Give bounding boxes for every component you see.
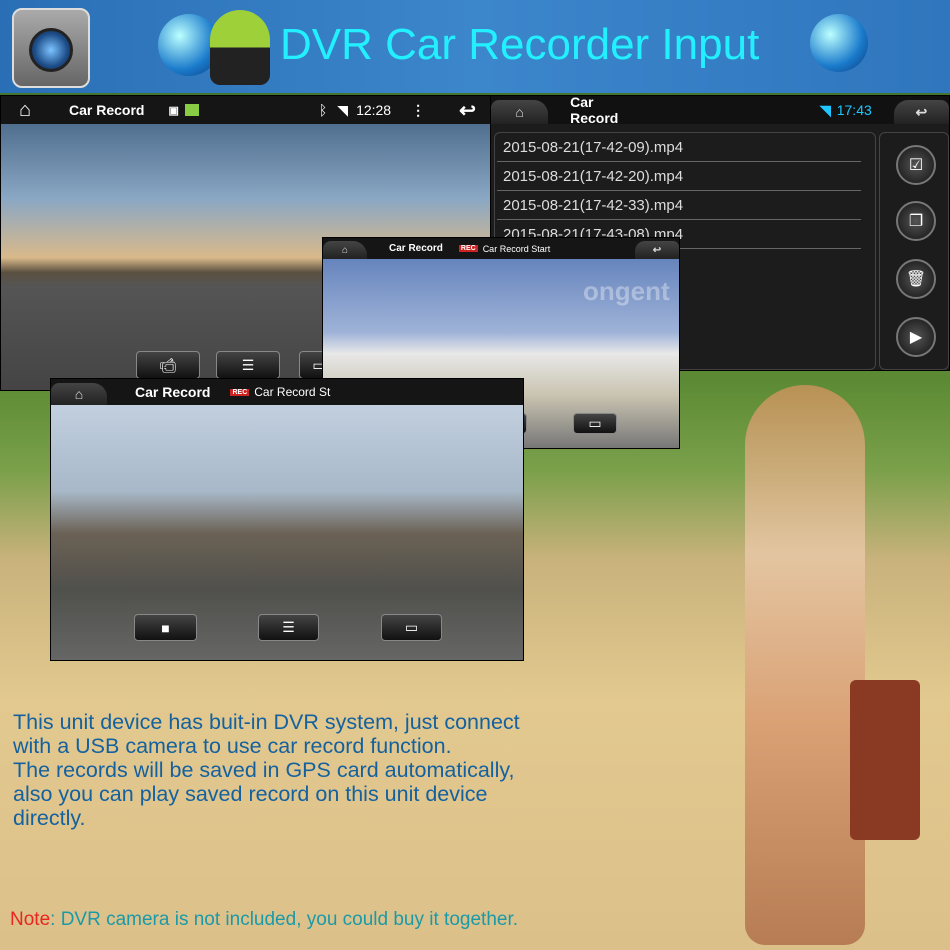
screen-title: Car Record [135, 384, 211, 400]
description-line: with a USB camera to use car record func… [13, 734, 452, 758]
bluetooth-icon: ᛒ [318, 102, 328, 118]
home-button[interactable]: ⌂ [51, 383, 107, 405]
home-button[interactable]: ⌂ [323, 241, 367, 259]
list-button[interactable]: ☰ [258, 614, 319, 641]
clock: 17:43 [836, 102, 872, 118]
select-icon: ☑ [908, 157, 924, 174]
select-button[interactable]: ☑ [896, 145, 936, 185]
description-line: also you can play saved record on this u… [13, 782, 488, 806]
note-text: Note: DVR camera is not included, you co… [10, 909, 518, 931]
home-icon: ⌂ [74, 386, 84, 402]
note-label: Note [10, 909, 51, 930]
banner-title: DVR Car Recorder Input [280, 20, 760, 69]
list-icon: ☰ [241, 356, 255, 373]
file-item[interactable]: 2015-08-21(17-42-09).mp4 [497, 133, 861, 162]
globe-hands-icon [810, 14, 868, 72]
gallery-icon [184, 104, 199, 116]
description-line: The records will be saved in GPS card au… [13, 758, 515, 782]
stop-icon: ■ [161, 619, 170, 636]
suitcase [850, 680, 920, 840]
camera-button[interactable]: 📹︎ [136, 351, 200, 379]
delete-button[interactable]: 🗑︎ [896, 259, 936, 299]
home-icon[interactable]: ⌂ [19, 99, 59, 122]
title-bar: ⌂ Car Record REC Car Record Start ↩ [323, 238, 679, 259]
camera-app-icon [12, 8, 90, 88]
clock: 12:28 [356, 102, 392, 118]
description-line: This unit device has buit-in DVR system,… [13, 710, 520, 734]
list-icon: ☰ [282, 619, 295, 635]
file-item[interactable]: 2015-08-21(17-42-33).mp4 [497, 191, 861, 220]
android-mascot-icon [210, 10, 270, 85]
status-bar: ⌂ Car Record ▣ ᛒ ◥ 12:28 ⋮ ↩ [1, 96, 491, 124]
delete-icon: 🗑︎ [905, 271, 927, 288]
file-button[interactable]: ▭ [573, 413, 617, 434]
home-icon: ⌂ [341, 244, 349, 256]
back-icon: ↩ [915, 103, 928, 120]
watermark: ongent [583, 276, 670, 306]
description-line: directly. [13, 806, 86, 830]
back-icon[interactable]: ↩ [459, 98, 476, 123]
description-text: This unit device has buit-in DVR system,… [13, 710, 603, 830]
file-item[interactable]: 2015-08-21(17-42-20).mp4 [497, 162, 861, 191]
file-icon: ▭ [404, 619, 419, 635]
screen-title: Car Record [389, 243, 443, 254]
home-icon: ⌂ [515, 104, 524, 120]
play-icon: ▶ [909, 329, 923, 346]
wifi-icon: ◥ [819, 101, 831, 118]
menu-icon[interactable]: ⋮ [411, 102, 425, 119]
model-figure [745, 385, 865, 945]
list-button[interactable]: ☰ [216, 351, 280, 379]
title-bar: ⌂ Car Record REC Car Record St [51, 379, 523, 405]
file-button[interactable]: ▭ [381, 614, 442, 641]
rec-icon: REC [458, 245, 478, 252]
rec-icon: REC [230, 388, 250, 396]
back-icon: ↩ [652, 244, 662, 256]
copy-button[interactable]: ❐ [896, 201, 936, 241]
title-bar: ⌂ Car Record ◥ 17:43 ↩ [491, 95, 949, 126]
note-body: : DVR camera is not included, you could … [50, 909, 519, 930]
file-icon: ▭ [588, 415, 602, 431]
copy-icon: ❐ [908, 213, 924, 230]
action-panel: ☑ ❐ 🗑︎ ▶ [879, 132, 949, 370]
camera-icon: 📹︎ [159, 356, 177, 373]
wifi-icon: ◥ [337, 101, 349, 118]
play-button[interactable]: ▶ [896, 317, 936, 357]
stop-button[interactable]: ■ [134, 614, 197, 641]
screen-title: Car Record [570, 95, 619, 126]
back-button[interactable]: ↩ [635, 241, 679, 259]
home-button[interactable]: ⌂ [491, 100, 549, 124]
screen-title: Car Record [69, 102, 145, 118]
header-banner: DVR Car Recorder Input [0, 0, 950, 93]
record-status: Car Record St [254, 385, 331, 399]
image-icon: ▣ [168, 104, 179, 117]
back-button[interactable]: ↩ [893, 100, 949, 124]
record-status: Car Record Start [482, 243, 551, 254]
car-record-screen-city: ⌂ Car Record REC Car Record St ■ ☰ ▭ [50, 378, 524, 661]
